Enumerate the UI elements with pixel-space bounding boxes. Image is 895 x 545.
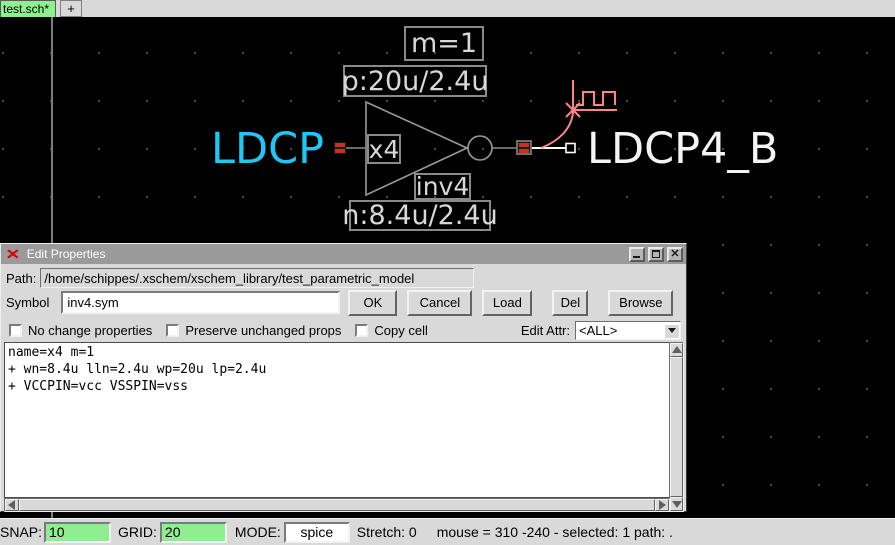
close-button[interactable]: ✕ [667,247,683,262]
vertical-scrollbar-thumb[interactable] [670,357,683,497]
copy-cell-label: Copy cell [374,323,427,338]
ok-button[interactable]: OK [348,290,397,316]
symbol-label: Symbol [6,295,49,310]
path-label: Path: [6,271,36,286]
xschem-window: test.sch* + [0,0,895,545]
cancel-button[interactable]: Cancel [407,290,472,316]
dialog-title: Edit Properties [27,247,626,261]
mode-input[interactable]: spice [284,522,350,543]
label-inv4[interactable]: inv4 [414,173,471,200]
net-label-output[interactable]: LDCP4_B [587,129,778,169]
properties-textarea[interactable]: name=x4 m=1 + wn=8.4u lln=2.4u wp=20u lp… [4,342,670,498]
snap-input[interactable]: 10 [44,522,111,543]
copy-cell-option[interactable]: Copy cell [355,323,427,338]
label-n[interactable]: n:8.4u/2.4u [349,200,491,231]
label-p[interactable]: p:20u/2.4u [343,65,487,97]
no-change-properties-label: No change properties [28,323,152,338]
dialog-title-bar[interactable]: ✕ Edit Properties ✕ [1,244,686,264]
scroll-down-button[interactable] [670,497,683,511]
label-x4[interactable]: x4 [367,134,401,164]
scroll-right-button[interactable] [655,499,669,511]
copy-cell-checkbox[interactable] [355,324,368,337]
vertical-scrollbar[interactable] [669,342,684,512]
chevron-down-icon[interactable] [665,325,679,338]
grid-label: GRID: [118,524,157,540]
edit-properties-dialog: ✕ Edit Properties ✕ Path: /home/schippes… [0,243,687,512]
xschem-logo-icon: ✕ [6,247,21,261]
stretch-status: Stretch: 0 [357,524,417,540]
edit-attr-label: Edit Attr: [521,323,570,338]
open-pin-marker[interactable] [566,144,575,153]
preserve-unchanged-props-option[interactable]: Preserve unchanged props [166,323,341,338]
browse-button[interactable]: Browse [608,290,673,316]
minimize-button[interactable] [629,247,645,262]
maximize-icon [652,250,660,258]
no-change-properties-option[interactable]: No change properties [9,323,152,338]
maximize-button[interactable] [648,247,664,262]
horizontal-scrollbar[interactable] [4,498,670,512]
snap-label: SNAP: [0,524,42,540]
scroll-left-button[interactable] [5,499,19,511]
no-change-properties-checkbox[interactable] [9,324,22,337]
horizontal-scrollbar-thumb[interactable] [19,499,655,511]
scroll-up-button[interactable] [670,343,683,357]
symbol-input[interactable] [61,291,340,314]
path-field: /home/schippes/.xschem/xschem_library/te… [40,268,474,288]
net-label-input[interactable]: LDCP [211,129,324,169]
label-m[interactable]: m=1 [404,26,484,61]
del-button[interactable]: Del [552,290,588,316]
preserve-unchanged-props-checkbox[interactable] [166,324,179,337]
inverter-bubble[interactable] [468,136,492,160]
minimize-icon [633,256,640,258]
mode-label: MODE: [235,524,281,540]
tab-bar: test.sch* + [0,0,895,17]
mouse-status: mouse = 310 -240 - selected: 1 path: . [437,524,673,540]
preserve-unchanged-props-label: Preserve unchanged props [185,323,341,338]
close-icon: ✕ [670,249,679,259]
status-bar: SNAP: 10 GRID: 20 MODE: spice Stretch: 0… [0,518,895,545]
edit-attr-value: <ALL> [579,323,617,338]
edit-attr-combobox[interactable]: <ALL> [575,321,681,340]
grid-input[interactable]: 20 [160,522,227,543]
load-button[interactable]: Load [482,290,532,316]
schematic-canvas[interactable]: m=1 p:20u/2.4u x4 inv4 n:8.4u/2.4u LDCP … [0,17,895,518]
new-tab-button[interactable]: + [60,0,82,17]
tab-test-sch[interactable]: test.sch* [0,0,56,17]
output-pin[interactable] [516,140,532,155]
input-pin[interactable] [334,142,346,154]
